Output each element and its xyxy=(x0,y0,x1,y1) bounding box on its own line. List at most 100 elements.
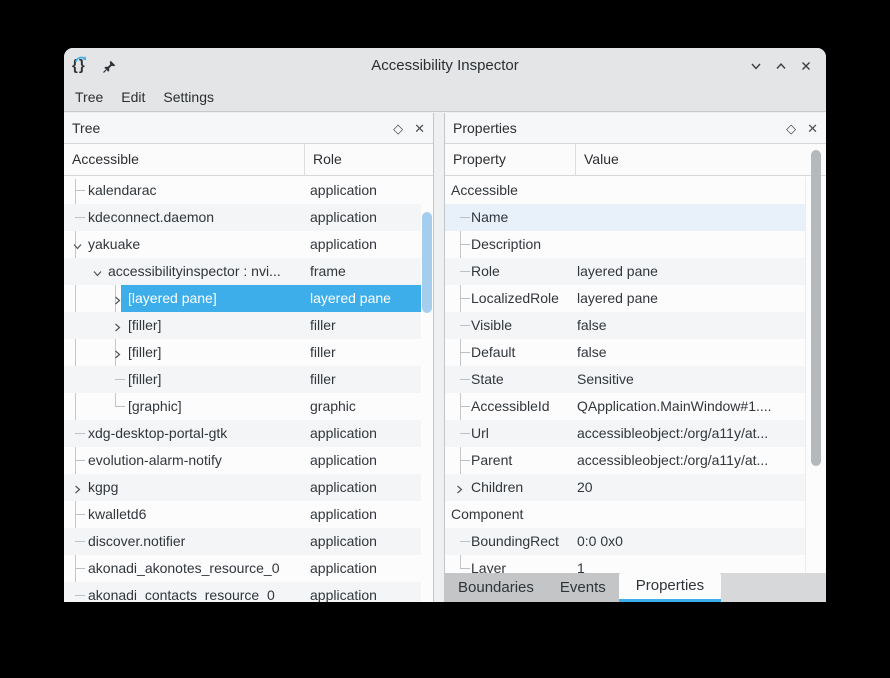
tree-branch-stub xyxy=(75,514,85,515)
tree-row[interactable]: akonadi_contacts_resource_0application xyxy=(64,582,421,602)
tree-row[interactable]: [layered pane]layered pane xyxy=(64,285,421,312)
maximize-button[interactable] xyxy=(773,58,789,74)
property-row[interactable]: Parentaccessibleobject:/org/a11y/at... xyxy=(445,447,805,474)
tree-row[interactable]: kdeconnect.daemonapplication xyxy=(64,204,421,231)
property-row[interactable]: Children20 xyxy=(445,474,805,501)
property-name: Component xyxy=(451,501,575,528)
float-panel-icon[interactable]: ◇ xyxy=(786,122,796,135)
column-header-cell[interactable]: Property xyxy=(445,144,576,175)
property-name: LocalizedRole xyxy=(471,285,575,312)
tree-scrollbar-handle[interactable] xyxy=(422,212,432,313)
tree-row[interactable]: discover.notifierapplication xyxy=(64,528,421,555)
property-row[interactable]: Accessible xyxy=(445,177,805,204)
tree-item-name: kalendarac xyxy=(88,177,309,204)
close-button[interactable] xyxy=(798,58,814,74)
property-row[interactable]: Rolelayered pane xyxy=(445,258,805,285)
tree-branch-stub xyxy=(75,568,85,569)
tree-item-role: frame xyxy=(310,258,419,285)
property-branch-stub xyxy=(460,271,470,272)
column-header-cell[interactable]: Accessible xyxy=(64,144,305,175)
tree-row[interactable]: [graphic]graphic xyxy=(64,393,421,420)
expander-collapsed-icon[interactable] xyxy=(112,320,123,336)
property-branch-stub xyxy=(460,460,470,461)
expander-expanded-icon[interactable] xyxy=(92,266,103,282)
tab-events[interactable]: Events xyxy=(547,573,619,602)
float-panel-icon[interactable]: ◇ xyxy=(393,122,403,135)
tree-item-role: application xyxy=(310,582,419,602)
panel-splitter[interactable] xyxy=(434,113,444,602)
property-value: 1 xyxy=(577,555,803,573)
property-name: Parent xyxy=(471,447,575,474)
property-name: Layer xyxy=(471,555,575,573)
expander-collapsed-icon[interactable] xyxy=(112,347,123,363)
desktop-background: {} Accessibility Inspector xyxy=(0,0,890,678)
property-row[interactable]: Layer1 xyxy=(445,555,805,573)
menu-settings[interactable]: Settings xyxy=(154,84,223,111)
tree-row[interactable]: kwalletd6application xyxy=(64,501,421,528)
property-row[interactable]: Urlaccessibleobject:/org/a11y/at... xyxy=(445,420,805,447)
titlebar[interactable]: {} Accessibility Inspector xyxy=(64,48,826,84)
tree-panel-title: Tree xyxy=(72,113,100,143)
menu-edit[interactable]: Edit xyxy=(112,84,154,111)
tree-item-name: [filler] xyxy=(128,312,309,339)
property-row[interactable]: Defaultfalse xyxy=(445,339,805,366)
property-row[interactable]: BoundingRect0:0 0x0 xyxy=(445,528,805,555)
tree-row[interactable]: yakuakeapplication xyxy=(64,231,421,258)
property-branch-stub xyxy=(460,217,470,218)
tree-row[interactable]: kalendaracapplication xyxy=(64,177,421,204)
tab-boundaries[interactable]: Boundaries xyxy=(445,573,547,602)
tree-row[interactable]: accessibilityinspector : nvi...frame xyxy=(64,258,421,285)
tree-row[interactable]: [filler]filler xyxy=(64,366,421,393)
property-value: layered pane xyxy=(577,258,803,285)
tree-row[interactable]: akonadi_akonotes_resource_0application xyxy=(64,555,421,582)
properties-scrollbar-handle[interactable] xyxy=(811,150,821,466)
property-row[interactable]: StateSensitive xyxy=(445,366,805,393)
property-row[interactable]: Description xyxy=(445,231,805,258)
tree-item-role: application xyxy=(310,204,419,231)
tab-properties[interactable]: Properties xyxy=(619,573,721,602)
tree-item-role: filler xyxy=(310,312,419,339)
tree-row[interactable]: kgpgapplication xyxy=(64,474,421,501)
property-branch-stub xyxy=(460,433,470,434)
close-panel-icon[interactable]: ✕ xyxy=(807,122,818,135)
property-row[interactable]: Component xyxy=(445,501,805,528)
tree-row[interactable]: [filler]filler xyxy=(64,339,421,366)
menu-tree[interactable]: Tree xyxy=(66,84,112,111)
tree-item-name: [layered pane] xyxy=(128,285,309,312)
property-branch-stub xyxy=(460,325,470,326)
property-row[interactable]: Name xyxy=(445,204,805,231)
tree-branch-stub xyxy=(75,217,85,218)
close-panel-icon[interactable]: ✕ xyxy=(414,122,425,135)
properties-column-header[interactable]: PropertyValue xyxy=(445,144,826,176)
tree-item-role: application xyxy=(310,528,419,555)
tree-item-role: application xyxy=(310,555,419,582)
property-name: Description xyxy=(471,231,575,258)
properties-scrollbar[interactable] xyxy=(805,177,826,602)
tree-branch-stub xyxy=(115,379,125,380)
property-row[interactable]: LocalizedRolelayered pane xyxy=(445,285,805,312)
tree-scrollbar[interactable] xyxy=(421,177,434,602)
tree-item-name: [filler] xyxy=(128,366,309,393)
tree-row[interactable]: [filler]filler xyxy=(64,312,421,339)
expander-collapsed-icon[interactable] xyxy=(454,482,465,498)
expander-expanded-icon[interactable] xyxy=(72,239,83,255)
expander-collapsed-icon[interactable] xyxy=(72,482,83,498)
property-branch-stub xyxy=(460,568,470,569)
tree-row[interactable]: xdg-desktop-portal-gtkapplication xyxy=(64,420,421,447)
tree-item-role: application xyxy=(310,501,419,528)
property-name: Visible xyxy=(471,312,575,339)
tree-row[interactable]: evolution-alarm-notifyapplication xyxy=(64,447,421,474)
tree-panel: Tree ◇ ✕ AccessibleRole kalendaracapplic… xyxy=(64,113,434,602)
tree-panel-titlebar[interactable]: Tree ◇ ✕ xyxy=(64,113,433,144)
property-row[interactable]: Visiblefalse xyxy=(445,312,805,339)
tree-column-header[interactable]: AccessibleRole xyxy=(64,144,433,176)
property-row[interactable]: AccessibleIdQApplication.MainWindow#1...… xyxy=(445,393,805,420)
tree-item-role: application xyxy=(310,447,419,474)
column-header-cell[interactable]: Value xyxy=(576,144,826,175)
tree-branch-stub xyxy=(75,541,85,542)
column-header-cell[interactable]: Role xyxy=(305,144,433,175)
property-name: Role xyxy=(471,258,575,285)
expander-collapsed-icon[interactable] xyxy=(112,293,123,309)
properties-panel-titlebar[interactable]: Properties ◇ ✕ xyxy=(445,113,826,144)
minimize-button[interactable] xyxy=(748,58,764,74)
